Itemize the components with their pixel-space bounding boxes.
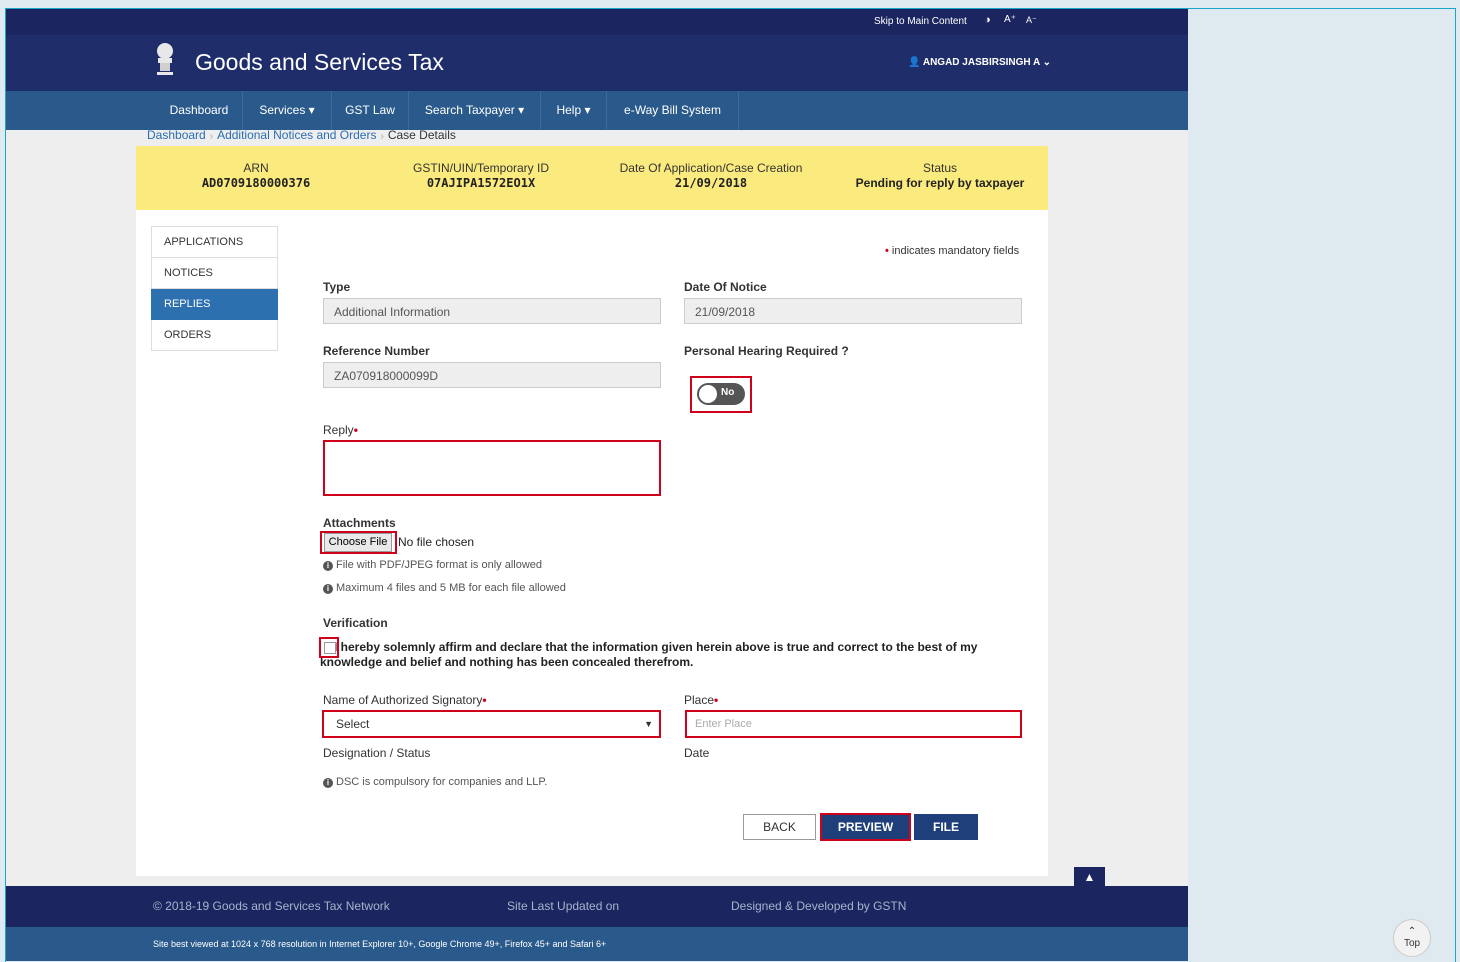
- arn-value: AD0709180000376: [201, 176, 311, 190]
- nav-eway-bill[interactable]: e-Way Bill System: [607, 91, 739, 130]
- back-button[interactable]: BACK: [743, 814, 816, 840]
- file-button[interactable]: FILE: [914, 814, 978, 840]
- tab-orders[interactable]: ORDERS: [151, 320, 278, 351]
- tab-applications[interactable]: APPLICATIONS: [151, 226, 278, 258]
- verification-label: Verification: [323, 616, 388, 630]
- breadcrumb-separator: ›: [380, 131, 384, 142]
- accessibility-strip: Skip to Main Content ◑ A⁺ A⁻: [6, 9, 1188, 35]
- status-label: Status: [922, 161, 958, 175]
- footer-copyright: © 2018-19 Goods and Services Tax Network: [153, 899, 390, 913]
- mandatory-note: • indicates mandatory fields: [885, 245, 1019, 257]
- choose-file-button[interactable]: Choose File: [324, 533, 392, 552]
- date-block: Date Of Application/Case Creation 21/09/…: [606, 161, 816, 190]
- personal-hearing-toggle[interactable]: No: [697, 383, 745, 405]
- signatory-selected: Select: [336, 717, 370, 731]
- arn-block: ARN AD0709180000376: [186, 161, 326, 190]
- place-label: Place•: [684, 693, 718, 707]
- format-note: i File with PDF/JPEG format is only allow…: [323, 559, 542, 571]
- user-menu[interactable]: 👤 ANGAD JASBIRSINGH A ⌄: [908, 57, 1051, 68]
- dsc-note-text: DSC is compulsory for companies and LLP.: [336, 776, 548, 788]
- info-icon: i: [323, 584, 333, 594]
- type-field: Additional Information: [323, 298, 661, 324]
- footer-bottom: Site best viewed at 1024 x 768 resolutio…: [6, 927, 1188, 961]
- site-title[interactable]: Goods and Services Tax: [195, 49, 444, 76]
- gstin-label: GSTIN/UIN/Temporary ID: [412, 161, 550, 175]
- nav-gst-law[interactable]: GST Law: [332, 91, 409, 130]
- main-nav: Dashboard Services ▾ GST Law Search Taxp…: [6, 91, 1188, 130]
- personal-hearing-label: Personal Hearing Required ?: [684, 344, 849, 358]
- toggle-state: No: [721, 387, 735, 398]
- status-value: Pending for reply by taxpayer: [855, 176, 1025, 190]
- type-label: Type: [323, 280, 351, 294]
- contrast-icon[interactable]: ◑: [984, 14, 991, 26]
- footer-best-viewed: Site best viewed at 1024 x 768 resolutio…: [153, 939, 607, 949]
- gstin-value: 07AJIPA1572EO1X: [426, 176, 536, 190]
- place-input[interactable]: Enter Place: [685, 710, 1022, 738]
- reply-label-text: Reply: [323, 423, 354, 437]
- size-note: i Maximum 4 files and 5 MB for each file …: [323, 582, 566, 594]
- required-marker: •: [482, 693, 487, 707]
- dropdown-arrow-icon: ▼: [644, 719, 653, 729]
- font-increase-button[interactable]: A⁺: [1004, 14, 1016, 25]
- preview-button[interactable]: PREVIEW: [820, 813, 911, 841]
- signatory-select[interactable]: Select ▼: [322, 710, 661, 738]
- scroll-top-label: Top: [1403, 938, 1421, 949]
- required-marker: •: [714, 693, 719, 707]
- nav-services[interactable]: Services ▾: [243, 91, 332, 130]
- date-of-notice-field: 21/09/2018: [684, 298, 1022, 324]
- declaration-text: I hereby solemnly affirm and declare tha…: [320, 640, 978, 669]
- reply-textarea[interactable]: [323, 440, 661, 496]
- reference-number-label: Reference Number: [323, 344, 430, 358]
- breadcrumb: Dashboard › Additional Notices and Orders ›…: [147, 128, 456, 142]
- place-label-text: Place: [684, 693, 715, 707]
- breadcrumb-dashboard[interactable]: Dashboard: [147, 128, 206, 142]
- footer-designed: Designed & Developed by GSTN: [731, 899, 907, 913]
- emblem-logo-icon: [157, 43, 173, 75]
- reference-number-field: ZA070918000099D: [323, 362, 661, 388]
- info-icon: i: [323, 561, 333, 571]
- status-block: Status Pending for reply by taxpayer: [836, 161, 1044, 190]
- tab-notices[interactable]: NOTICES: [151, 258, 278, 289]
- nav-search-taxpayer[interactable]: Search Taxpayer ▾: [409, 91, 541, 130]
- toggle-knob: [699, 385, 717, 403]
- scroll-up-button[interactable]: ▲: [1074, 867, 1105, 887]
- gstin-block: GSTIN/UIN/Temporary ID 07AJIPA1572EO1X: [396, 161, 566, 190]
- required-marker: •: [353, 423, 358, 437]
- date-of-notice-label: Date Of Notice: [684, 280, 767, 294]
- format-note-text: File with PDF/JPEG format is only allowe…: [336, 559, 543, 571]
- breadcrumb-current: Case Details: [387, 128, 456, 142]
- scroll-top-button[interactable]: ⌃ Top: [1393, 919, 1431, 957]
- header: Skip to Main Content ◑ A⁺ A⁻ Goods and S…: [6, 9, 1188, 91]
- footer-updated: Site Last Updated on: [507, 899, 620, 913]
- mandatory-dot: •: [885, 245, 889, 257]
- info-icon: i: [323, 778, 333, 788]
- arn-label: ARN: [243, 161, 269, 175]
- chevron-up-icon: ⌃: [1407, 926, 1417, 937]
- reply-label: Reply•: [323, 423, 358, 437]
- designation-label: Designation / Status: [323, 746, 431, 760]
- breadcrumb-notices-orders[interactable]: Additional Notices and Orders: [217, 128, 376, 142]
- font-decrease-button[interactable]: A⁻: [1026, 15, 1037, 26]
- dsc-note: i DSC is compulsory for companies and LLP…: [323, 776, 547, 788]
- mandatory-text: indicates mandatory fields: [891, 245, 1020, 257]
- signatory-label: Name of Authorized Signatory•: [323, 693, 487, 707]
- size-note-text: Maximum 4 files and 5 MB for each file a…: [336, 582, 566, 594]
- date-value: 21/09/2018: [674, 176, 748, 190]
- nav-dashboard[interactable]: Dashboard: [156, 91, 243, 130]
- nav-help[interactable]: Help ▾: [541, 91, 607, 130]
- case-summary-bar: ARN AD0709180000376 GSTIN/UIN/Temporary …: [136, 146, 1048, 210]
- no-file-text: No file chosen: [398, 535, 475, 549]
- footer-top: © 2018-19 Goods and Services Tax Network…: [6, 886, 1188, 927]
- declaration-checkbox[interactable]: [324, 642, 336, 654]
- tab-replies[interactable]: REPLIES: [151, 289, 278, 320]
- side-tabs: APPLICATIONS NOTICES REPLIES ORDERS: [151, 226, 278, 351]
- signatory-label-text: Name of Authorized Signatory: [323, 693, 483, 707]
- date-label: Date Of Application/Case Creation: [619, 161, 803, 175]
- date-label: Date: [684, 746, 710, 760]
- breadcrumb-separator: ›: [209, 131, 214, 142]
- attachments-label: Attachments: [323, 516, 396, 530]
- skip-to-main-link[interactable]: Skip to Main Content: [874, 16, 967, 27]
